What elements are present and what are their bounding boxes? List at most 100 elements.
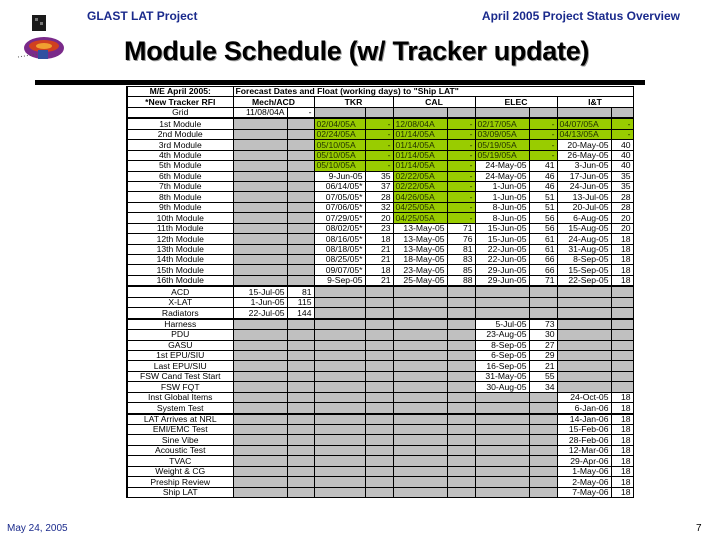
table-row: Radiators 22-Jul-05 144 (126, 307, 634, 320)
float-days-mechacd: 115 (286, 296, 315, 309)
forecast-date-mechacd (232, 139, 288, 151)
forecast-date-elec: 22-Jun-05 (474, 253, 530, 266)
milestone-label: 1st EPU/SIU (126, 349, 234, 362)
float-days-cal: - (446, 170, 476, 182)
report-name: April 2005 Project Status Overview (481, 9, 680, 23)
float-days-cal: - (446, 117, 476, 130)
float-days-it: 18 (610, 434, 634, 446)
forecast-date-elec (474, 106, 530, 119)
forecast-date-mechacd (232, 360, 288, 372)
milestone-label: 14th Module (126, 253, 234, 266)
forecast-date-cal (392, 370, 448, 383)
forecast-date-cal: 02/22/05A (392, 170, 448, 182)
forecast-date-cal (392, 329, 448, 341)
forecast-date-elec: 8-Jun-05 (474, 212, 530, 224)
milestone-label: TVAC (126, 455, 234, 467)
float-days-cal: - (446, 128, 476, 141)
float-days-elec: 46 (528, 170, 558, 182)
forecast-date-mechacd (232, 274, 288, 287)
float-days-mechacd (286, 455, 315, 467)
forecast-date-mechacd (232, 212, 288, 224)
float-days-mechacd (286, 201, 315, 214)
forecast-date-mechacd (232, 160, 288, 172)
table-row: Acoustic Test 12-Mar-06 18 (126, 444, 634, 457)
forecast-date-it (556, 381, 612, 393)
float-days-mechacd (286, 243, 315, 256)
forecast-date-elec: 8-Jun-05 (474, 201, 530, 214)
forecast-date-it: 31-Aug-05 (556, 243, 612, 256)
span-header: Forecast Dates and Float (working days) … (232, 85, 634, 98)
forecast-date-elec (474, 296, 530, 309)
float-days-mechacd (286, 274, 315, 287)
milestone-label: 15th Module (126, 264, 234, 276)
float-days-tkr: 28 (364, 191, 394, 203)
table-row: PDU 23-Aug-05 30 (126, 329, 634, 341)
float-days-mechacd: 81 (286, 285, 315, 298)
forecast-date-tkr (313, 329, 366, 341)
float-days-elec: 34 (528, 381, 558, 393)
forecast-date-it (556, 296, 612, 309)
milestone-label: Grid (126, 106, 234, 119)
float-days-it: 18 (610, 233, 634, 245)
float-days-it: 18 (610, 253, 634, 266)
header-row-2: *New Tracker RFI Mech/ACD TKR CAL ELEC I… (126, 96, 634, 108)
schedule-body: Grid 11/08/04A -1st Module 02/04/05A -12/08/… (126, 106, 634, 499)
float-days-it: 18 (610, 274, 634, 287)
float-days-cal (446, 465, 476, 478)
float-days-tkr: 32 (364, 201, 394, 214)
forecast-date-elec (474, 391, 530, 404)
group-header: I&T (556, 96, 634, 108)
float-days-it: 18 (610, 412, 634, 425)
forecast-date-elec: 22-Jun-05 (474, 243, 530, 256)
forecast-date-elec (474, 444, 530, 457)
forecast-date-tkr: 02/24/05A (313, 128, 366, 141)
forecast-date-mechacd (232, 486, 288, 499)
float-days-it (610, 317, 634, 331)
float-days-elec (528, 486, 558, 499)
float-days-cal (446, 307, 476, 320)
forecast-date-mechacd (232, 170, 288, 182)
float-days-tkr (364, 307, 394, 320)
float-days-tkr: 21 (364, 274, 394, 287)
forecast-date-elec (474, 285, 530, 298)
float-days-mechacd (286, 423, 315, 436)
forecast-date-cal (392, 307, 448, 320)
float-days-it (610, 285, 634, 298)
float-days-it (610, 370, 634, 383)
footer-date: May 24, 2005 (7, 523, 68, 534)
forecast-date-mechacd (232, 381, 288, 393)
float-days-tkr: - (364, 149, 394, 162)
forecast-date-cal (392, 455, 448, 467)
forecast-date-tkr: 08/18/05* (313, 243, 366, 256)
forecast-date-it: 1-May-06 (556, 465, 612, 478)
milestone-label: Radiators (126, 307, 234, 320)
float-days-mechacd: 144 (286, 307, 315, 320)
table-row: Sine Vibe 28-Feb-06 18 (126, 434, 634, 446)
forecast-date-mechacd (232, 370, 288, 383)
table-row: Harness 5-Jul-05 73 (126, 317, 634, 331)
float-days-mechacd (286, 381, 315, 393)
float-days-tkr (364, 476, 394, 488)
float-days-tkr (364, 381, 394, 393)
table-row: 13th Module 08/18/05* 21 13-May-05 81 22-Jun-… (126, 243, 634, 256)
forecast-date-elec: 29-Jun-05 (474, 274, 530, 287)
milestone-label: FSW Cand Test Start (126, 370, 234, 383)
table-row: 7th Module 06/14/05* 37 02/22/05A -1-Jun-05 4… (126, 180, 634, 193)
table-row: 16th Module 9-Sep-05 21 25-May-05 88 29-Jun-0… (126, 274, 634, 287)
float-days-it: 40 (610, 139, 634, 151)
float-days-mechacd (286, 486, 315, 499)
float-days-mechacd (286, 170, 315, 182)
milestone-label: 10th Module (126, 212, 234, 224)
forecast-date-tkr (313, 106, 366, 119)
table-row: Last EPU/SIU 16-Sep-05 21 (126, 360, 634, 372)
float-days-cal (446, 296, 476, 309)
forecast-date-it: 24-Oct-05 (556, 391, 612, 404)
float-days-cal (446, 455, 476, 467)
table-row: Preship Review 2-May-06 18 (126, 476, 634, 488)
page-title: Module Schedule (w/ Tracker update) (124, 36, 590, 66)
forecast-date-it: 24-Jun-05 (556, 180, 612, 193)
float-days-cal: 85 (446, 264, 476, 276)
forecast-date-mechacd (232, 465, 288, 478)
forecast-date-elec (474, 476, 530, 488)
forecast-date-mechacd: 1-Jun-05 (232, 296, 288, 309)
